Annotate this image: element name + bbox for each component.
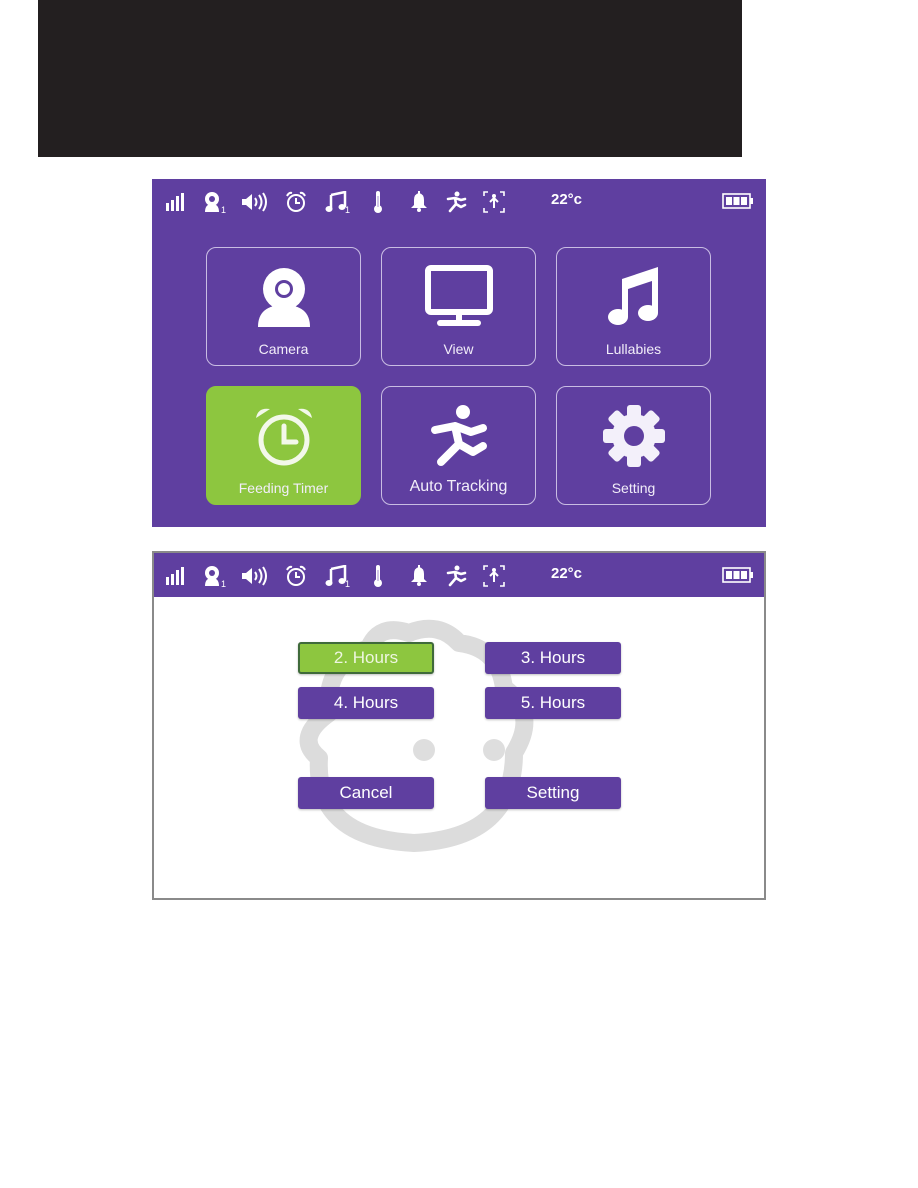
tracking-icon [482, 189, 506, 215]
bell-icon [409, 189, 429, 215]
option-5-hours-button[interactable]: 5. Hours [485, 687, 621, 719]
header-black-block [38, 0, 742, 157]
tile-camera[interactable]: Camera [206, 247, 361, 366]
gear-icon [601, 401, 667, 471]
music-note-icon [604, 262, 664, 332]
alarm-clock-icon [252, 401, 316, 471]
option-2-hours-button[interactable]: 2. Hours [298, 642, 434, 674]
signal-icon [165, 189, 185, 215]
option-4-hours-button[interactable]: 4. Hours [298, 687, 434, 719]
tile-setting[interactable]: Setting [556, 386, 711, 505]
tile-label: Camera [258, 341, 309, 357]
running-icon [445, 189, 467, 215]
tile-lullabies[interactable]: Lullabies [556, 247, 711, 366]
temperature-readout: 22°c [551, 191, 583, 208]
thermometer-icon [372, 189, 384, 215]
tile-label: Setting [611, 480, 656, 496]
camera-icon [252, 262, 316, 332]
tile-label: Auto Tracking [409, 478, 508, 495]
option-3-hours-button[interactable]: 3. Hours [485, 642, 621, 674]
main-menu-screen: 1 1 22°c Camera View Lullabies Feeding T… [152, 179, 766, 527]
tile-label: View [443, 341, 474, 357]
battery-icon [722, 193, 754, 214]
monitor-icon [423, 262, 495, 332]
tile-label: Feeding Timer [238, 480, 329, 496]
feeding-timer-screen: 1 1 22°c 2. Hours 3. Hours 4. Hours 5. H… [152, 551, 766, 900]
tile-feeding-timer[interactable]: Feeding Timer [206, 386, 361, 505]
setting-button[interactable]: Setting [485, 777, 621, 809]
music-icon: 1 [321, 189, 351, 215]
tile-auto-tracking[interactable]: Auto Tracking [381, 386, 536, 505]
lullaby-number: 1 [345, 205, 351, 215]
running-person-icon [427, 401, 491, 471]
baby-face-watermark-icon [299, 619, 534, 852]
tile-label: Lullabies [605, 341, 662, 357]
volume-icon [240, 189, 268, 215]
camera-icon: 1 [197, 189, 227, 215]
cancel-button[interactable]: Cancel [298, 777, 434, 809]
tile-view[interactable]: View [381, 247, 536, 366]
camera-number: 1 [221, 205, 227, 215]
status-bar: 1 1 22°c [152, 179, 766, 225]
alarm-icon [285, 189, 307, 215]
